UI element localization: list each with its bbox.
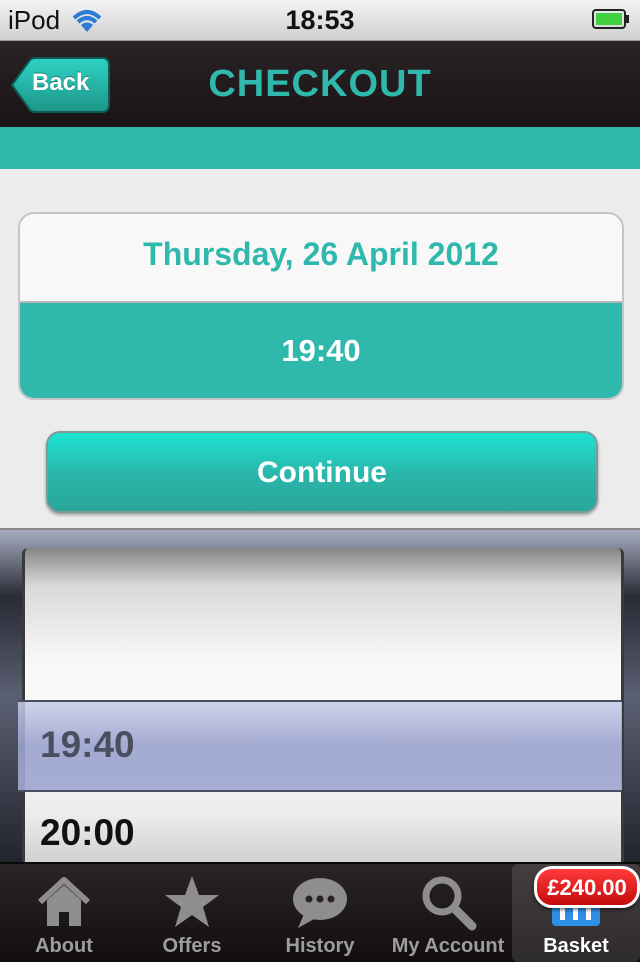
basket-total-badge: £240.00	[534, 866, 640, 908]
tab-label-about: About	[35, 935, 93, 957]
status-time: 18:53	[285, 5, 355, 35]
continue-button[interactable]: Continue	[46, 431, 598, 513]
accent-strip	[0, 127, 640, 169]
booking-time-row[interactable]: 19:40	[20, 301, 622, 398]
tab-history[interactable]: History	[256, 864, 384, 962]
tab-label-basket: Basket	[543, 935, 609, 957]
tab-label-offers: Offers	[162, 935, 222, 957]
tab-label-history: History	[285, 935, 355, 957]
speech-bubble-icon	[293, 878, 347, 928]
navigation-bar: Back CHECKOUT	[0, 41, 640, 127]
continue-label: Continue	[257, 456, 387, 489]
basket-total: £240.00	[547, 875, 627, 900]
battery-icon	[592, 9, 629, 29]
page-title: CHECKOUT	[208, 63, 432, 105]
magnifier-icon	[422, 876, 477, 931]
star-icon	[165, 876, 219, 927]
booking-time: 19:40	[281, 333, 361, 368]
booking-date[interactable]: Thursday, 26 April 2012	[20, 236, 622, 273]
picker-option-next[interactable]: 20:00	[40, 812, 135, 854]
status-bar: iPod 18:53	[0, 0, 640, 41]
tab-about[interactable]: About	[0, 864, 128, 962]
picker-option-selected[interactable]: 19:40	[40, 724, 135, 766]
house-icon	[37, 877, 91, 926]
tab-label-my-account: My Account	[391, 935, 505, 957]
tab-offers[interactable]: Offers	[128, 864, 256, 962]
booking-summary-card: Thursday, 26 April 2012 19:40	[18, 212, 624, 400]
tab-my-account[interactable]: My Account	[384, 864, 512, 962]
